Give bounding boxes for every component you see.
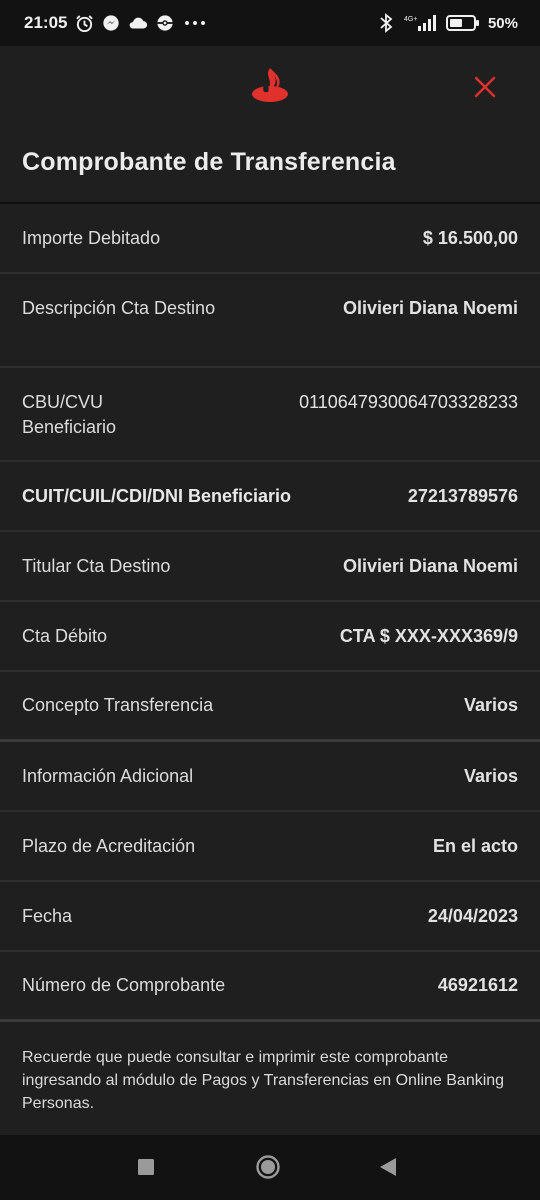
detail-value: Olivieri Diana Noemi: [342, 298, 518, 318]
detail-value: Olivieri Diana Noemi: [342, 555, 518, 576]
status-right: 4G+ 50%: [376, 13, 518, 33]
detail-value: $ 16.500,00: [422, 227, 518, 248]
detail-row-plazo: Plazo de Acreditación En el acto: [0, 812, 540, 882]
detail-row-cta-debito: Cta Débito CTA $ XXX-XXX369/9: [0, 602, 540, 672]
battery-percentage: 50%: [487, 14, 518, 32]
back-button[interactable]: [376, 1155, 400, 1179]
detail-value: En el acto: [432, 835, 518, 856]
bluetooth-icon: [376, 13, 396, 33]
app-header: [0, 46, 540, 128]
messenger-icon: [101, 13, 121, 33]
detail-value: 0110647930064703328233: [299, 392, 518, 412]
detail-label: Descripción Cta Destino: [22, 298, 216, 318]
detail-row-info-adicional: Información Adicional Varios: [0, 742, 540, 812]
status-bar: 21:05 4G+ 50%: [0, 0, 540, 46]
detail-row-importe: Importe Debitado $ 16.500,00: [0, 204, 540, 274]
detail-row-descripcion: Descripción Cta Destino Olivieri Diana N…: [0, 274, 540, 368]
status-left: 21:05: [24, 13, 208, 33]
detail-label: CBU/CVU Beneficiario: [22, 392, 117, 437]
detail-row-numero-comprobante: Número de Comprobante 46921612: [0, 952, 540, 1022]
detail-value: CTA $ XXX-XXX369/9: [339, 625, 518, 646]
detail-value: 46921612: [437, 975, 518, 995]
detail-label: Plazo de Acreditación: [22, 835, 196, 856]
close-icon: [474, 76, 496, 98]
detail-label: Importe Debitado: [22, 227, 161, 248]
detail-value: 27213789576: [407, 485, 518, 506]
detail-label: Fecha: [22, 905, 73, 926]
detail-label: Concepto Transferencia: [22, 695, 214, 715]
cloud-icon: [128, 13, 148, 33]
detail-label: CUIT/CUIL/CDI/DNI Beneficiario: [22, 485, 292, 506]
signal-icon: 4G+: [404, 13, 438, 33]
recent-apps-button[interactable]: [134, 1155, 158, 1179]
alarm-icon: [74, 13, 94, 33]
status-time: 21:05: [24, 13, 68, 32]
close-button[interactable]: [468, 70, 502, 104]
more-dots-icon: [182, 13, 208, 33]
pokeball-icon: [155, 13, 175, 33]
detail-label: Número de Comprobante: [22, 975, 226, 995]
system-nav-bar: [0, 1135, 540, 1200]
santander-flame-logo: [248, 64, 292, 104]
recent-apps-icon: [138, 1159, 154, 1175]
network-type-label: 4G+: [404, 16, 417, 23]
detail-row-titular: Titular Cta Destino Olivieri Diana Noemi: [0, 532, 540, 602]
detail-row-concepto: Concepto Transferencia Varios: [0, 672, 540, 742]
battery-icon: [445, 13, 480, 33]
detail-row-fecha: Fecha 24/04/2023: [0, 882, 540, 952]
detail-label: Titular Cta Destino: [22, 555, 171, 576]
footer-note: Recuerde que puede consultar e imprimir …: [22, 1049, 505, 1112]
detail-value: Varios: [463, 695, 518, 715]
detail-row-cuit: CUIT/CUIL/CDI/DNI Beneficiario 272137895…: [0, 462, 540, 532]
detail-value: Varios: [463, 765, 518, 786]
home-icon: [256, 1155, 280, 1179]
page-title: Comprobante de Transferencia: [22, 148, 396, 176]
detail-label: Cta Débito: [22, 625, 108, 646]
detail-row-cbu: CBU/CVU Beneficiario 0110647930064703328…: [0, 368, 540, 462]
home-button[interactable]: [254, 1153, 282, 1181]
transfer-details-list: Importe Debitado $ 16.500,00 Descripción…: [0, 204, 540, 1022]
detail-value: 24/04/2023: [427, 905, 518, 926]
back-icon: [380, 1158, 396, 1176]
detail-label: Información Adicional: [22, 765, 194, 786]
